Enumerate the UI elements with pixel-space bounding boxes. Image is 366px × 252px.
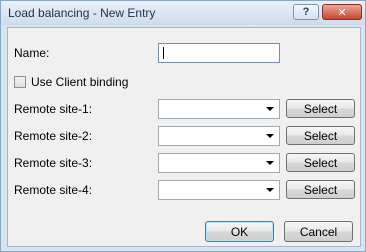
chevron-down-icon [266, 188, 274, 192]
remote-site-3-select-button[interactable]: Select [286, 153, 355, 172]
remote-site-4-select-button[interactable]: Select [286, 180, 355, 199]
use-client-binding-row[interactable]: Use Client binding [14, 75, 128, 89]
remote-site-1-dropdown[interactable] [158, 99, 280, 119]
remote-site-4-dropdown[interactable] [158, 180, 280, 200]
cancel-button[interactable]: Cancel [284, 221, 353, 242]
cancel-button-label: Cancel [299, 224, 338, 239]
window-title: Load balancing - New Entry [8, 6, 156, 20]
remote-site-1-label: Remote site-1: [14, 102, 93, 116]
select-button-label: Select [303, 155, 338, 170]
select-button-label: Select [303, 101, 338, 116]
remote-site-3-dropdown[interactable] [158, 153, 280, 173]
ok-button[interactable]: OK [205, 221, 274, 242]
title-bar[interactable]: Load balancing - New Entry ? ✕ [1, 1, 365, 25]
name-label: Name: [14, 46, 50, 60]
use-client-binding-checkbox[interactable] [14, 76, 26, 88]
close-icon: ✕ [337, 6, 347, 19]
remote-site-2-label: Remote site-2: [14, 129, 93, 143]
help-button[interactable]: ? [293, 4, 319, 20]
close-button[interactable]: ✕ [322, 4, 362, 20]
dialog-content: Name: Use Client binding Remote site-1: … [7, 27, 361, 247]
select-button-label: Select [303, 128, 338, 143]
dialog-window: Load balancing - New Entry ? ✕ Name: Use… [0, 0, 366, 252]
text-caret [163, 47, 164, 59]
ok-button-label: OK [230, 224, 249, 239]
chevron-down-icon [266, 161, 274, 165]
remote-site-1-select-button[interactable]: Select [286, 99, 355, 118]
remote-site-2-dropdown[interactable] [158, 126, 280, 146]
use-client-binding-label: Use Client binding [31, 75, 129, 89]
select-button-label: Select [303, 182, 338, 197]
remote-site-4-label: Remote site-4: [14, 183, 93, 197]
remote-site-2-select-button[interactable]: Select [286, 126, 355, 145]
remote-site-3-label: Remote site-3: [14, 156, 93, 170]
name-input[interactable] [158, 43, 280, 63]
chevron-down-icon [266, 134, 274, 138]
chevron-down-icon [266, 107, 274, 111]
help-icon: ? [302, 6, 310, 18]
